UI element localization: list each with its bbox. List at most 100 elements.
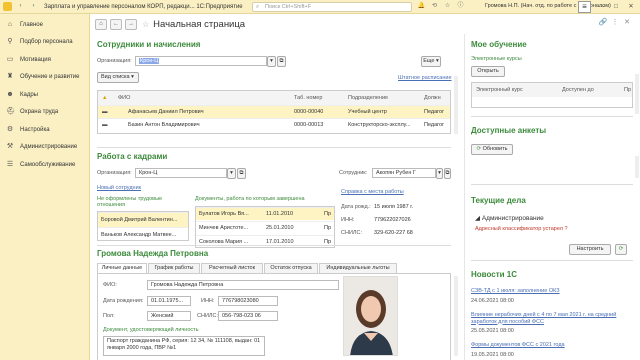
id-doc-field[interactable]: Паспорт гражданина РФ, серия: 12 34, № 1…	[103, 336, 265, 356]
close-icon[interactable]: ✕	[625, 1, 637, 13]
maximize-icon[interactable]: □	[610, 1, 622, 13]
self-service-icon: ☰	[6, 160, 14, 168]
docs-completed-label: Документы, работа по которым завершена	[195, 196, 305, 202]
employees-more-button[interactable]: Еще ▾	[421, 56, 441, 67]
schedule-link[interactable]: Штатное расписание	[398, 75, 452, 81]
money-icon: ▭	[6, 55, 14, 63]
list-item[interactable]: Соколова Мария ... 17.01.2010 Пр	[196, 235, 334, 247]
app-logo-icon	[3, 2, 12, 11]
hr-section-title: Работа с кадрами	[97, 152, 168, 161]
settings-icon: ⚙	[6, 125, 14, 133]
hr-org-field[interactable]: Крон-Ц	[135, 168, 227, 178]
birth-field[interactable]: 01.01.1975...	[147, 296, 191, 306]
sidebar-item-education[interactable]: ♜ Обучение и развитие	[0, 69, 89, 87]
sidebar-item-motivation[interactable]: ▭ Мотивация	[0, 51, 89, 69]
minimize-icon[interactable]: –	[596, 1, 608, 13]
employees-org-field[interactable]: Крон-Ц	[135, 56, 267, 66]
task-item[interactable]: Адресный классификатор устарел ?	[475, 226, 568, 232]
tab-payslip[interactable]: Расчетный листок	[201, 263, 263, 273]
sidebar-item-personnel[interactable]: ☻ Кадры	[0, 86, 89, 104]
favorite-star-icon[interactable]: ☆	[142, 20, 149, 29]
hr-employee-dropdown[interactable]: ▾	[436, 168, 443, 179]
courses-label: Электронные курсы	[471, 56, 522, 62]
tasks-section-title: Текущие дела	[471, 196, 526, 205]
safety-icon: ⛑	[6, 108, 15, 116]
configure-tasks-button[interactable]: Настроить	[569, 244, 611, 255]
employees-org-dropdown[interactable]: ▾	[267, 56, 276, 67]
inn-field[interactable]: 776798023080	[218, 296, 278, 306]
sidebar-item-safety[interactable]: ⛑ Охрана труда	[0, 104, 89, 122]
employees-org-open-icon[interactable]: ⧉	[277, 56, 286, 67]
certificate-link[interactable]: Справка с места работы	[341, 189, 404, 195]
table-row[interactable]: ▬ Афанасьев Даниил Петрович 0000-00040 У…	[98, 105, 450, 118]
sex-label: Пол:	[103, 313, 115, 319]
news-item-link[interactable]: СЗВ-ТД с 1 июля: заполнение ОКЗ	[471, 288, 560, 294]
back-nav-button[interactable]: ←	[110, 18, 122, 30]
warn-col-header: ▲	[102, 91, 108, 105]
refresh-tasks-icon[interactable]: ⟳	[615, 244, 627, 255]
col-dept[interactable]: Подразделение	[348, 91, 389, 105]
news-date: 24.06.2021 08:00	[471, 298, 514, 304]
hr-inn-label: ИНН:	[341, 217, 355, 223]
back-icon[interactable]: ‹	[16, 2, 25, 11]
global-search-input[interactable]: ⌕ Поиск Ctrl+Shift+F	[252, 2, 412, 12]
bell-icon[interactable]: 🔔	[416, 1, 427, 12]
link-icon[interactable]: 🔗	[598, 18, 608, 26]
hr-employee-open-icon[interactable]: ⧉	[444, 168, 451, 179]
snils-field[interactable]: 056-798-023 06	[218, 311, 278, 321]
hr-employee-label: Сотрудник:	[339, 170, 368, 176]
more-icon[interactable]: ⋮	[610, 18, 620, 26]
admin-icon: ⚒	[6, 143, 14, 151]
tab-vacation[interactable]: Остаток отпуска	[264, 263, 318, 273]
forward-nav-button[interactable]: →	[125, 18, 137, 30]
list-item[interactable]: Ваньков Александр Матвее...	[98, 227, 188, 240]
search-person-icon: ⚲	[7, 38, 13, 46]
new-employee-link[interactable]: Новый сотрудник	[97, 185, 141, 191]
star-icon[interactable]: ☆	[442, 1, 453, 12]
sex-field[interactable]: Женский	[147, 311, 191, 321]
page-title: Начальная страница	[153, 18, 246, 30]
tasks-group[interactable]: ◢ Администрирование	[475, 214, 544, 222]
news-item-link[interactable]: Формы документов ФСС с 2021 года	[471, 342, 565, 348]
forward-icon[interactable]: ›	[29, 2, 38, 11]
view-list-button[interactable]: Вид списка ▾	[97, 72, 139, 83]
education-icon: ♜	[6, 73, 14, 81]
table-row[interactable]: ▬ Базин Антон Владимирович 0000-00013 Ко…	[98, 118, 450, 131]
news-date: 25.05.2021 08:00	[471, 328, 514, 334]
refresh-surveys-button[interactable]: ⟳ Обновить	[471, 144, 513, 155]
info-icon[interactable]: ⓘ	[455, 1, 466, 12]
current-user[interactable]: Громова Н.П. (Нач. отд. по работе с перс…	[485, 3, 611, 9]
employee-photo	[343, 276, 398, 356]
hr-org-open-icon[interactable]: ⧉	[237, 168, 246, 179]
sidebar-item-main[interactable]: ⌂ Главное	[0, 16, 89, 34]
tab-schedule[interactable]: График работы	[148, 263, 200, 273]
sidebar-item-recruitment[interactable]: ⚲ Подбор персонала	[0, 34, 89, 52]
hr-employee-field[interactable]: Акопян Рубен Г	[372, 168, 436, 178]
fio-field[interactable]: Громова Надежда Петровна	[147, 280, 339, 290]
news-date: 19.05.2021 08:00	[471, 352, 514, 358]
hr-birth-value: 15 июля 1987 г.	[374, 204, 414, 210]
search-icon: ⌕	[256, 4, 260, 10]
completed-docs-list: Булатов Игорь Вя... 11.01.2010 Пр Минчев…	[195, 206, 335, 248]
main-scrollbar[interactable]	[454, 76, 458, 134]
open-course-button[interactable]: Открыть	[471, 66, 505, 77]
tab-benefits[interactable]: Индивидуальные льготы	[319, 263, 397, 273]
main-menu-icon[interactable]: ≡	[578, 1, 591, 13]
list-item[interactable]: Минчев Аристоте... 25.01.2010 Пр	[196, 221, 334, 234]
sidebar-item-settings[interactable]: ⚙ Настройка	[0, 121, 89, 139]
col-position[interactable]: Должн	[424, 91, 441, 105]
list-item[interactable]: Боровой Дмитрий Валентин...	[98, 212, 188, 227]
sidebar-item-self-service[interactable]: ☰ Самообслуживание	[0, 156, 89, 174]
list-item[interactable]: Булатов Игорь Вя... 11.01.2010 Пр	[196, 207, 334, 220]
close-page-icon[interactable]: ✕	[622, 18, 632, 26]
collapse-icon: ◢	[475, 215, 480, 222]
news-item-link[interactable]: Влияние нерабочих дней с 4 по 7 мая 2021…	[471, 312, 631, 325]
hr-org-dropdown[interactable]: ▾	[227, 168, 236, 179]
home-nav-button[interactable]: ⌂	[95, 18, 107, 30]
col-fio[interactable]: ФИО	[118, 91, 131, 105]
row-menu-icon: ▬	[102, 122, 108, 128]
col-tab[interactable]: Таб. номер	[294, 91, 323, 105]
history-icon[interactable]: ⟲	[429, 1, 440, 12]
sidebar-item-admin[interactable]: ⚒ Администрирование	[0, 139, 89, 157]
tab-personal-data[interactable]: Личные данные	[97, 263, 147, 273]
